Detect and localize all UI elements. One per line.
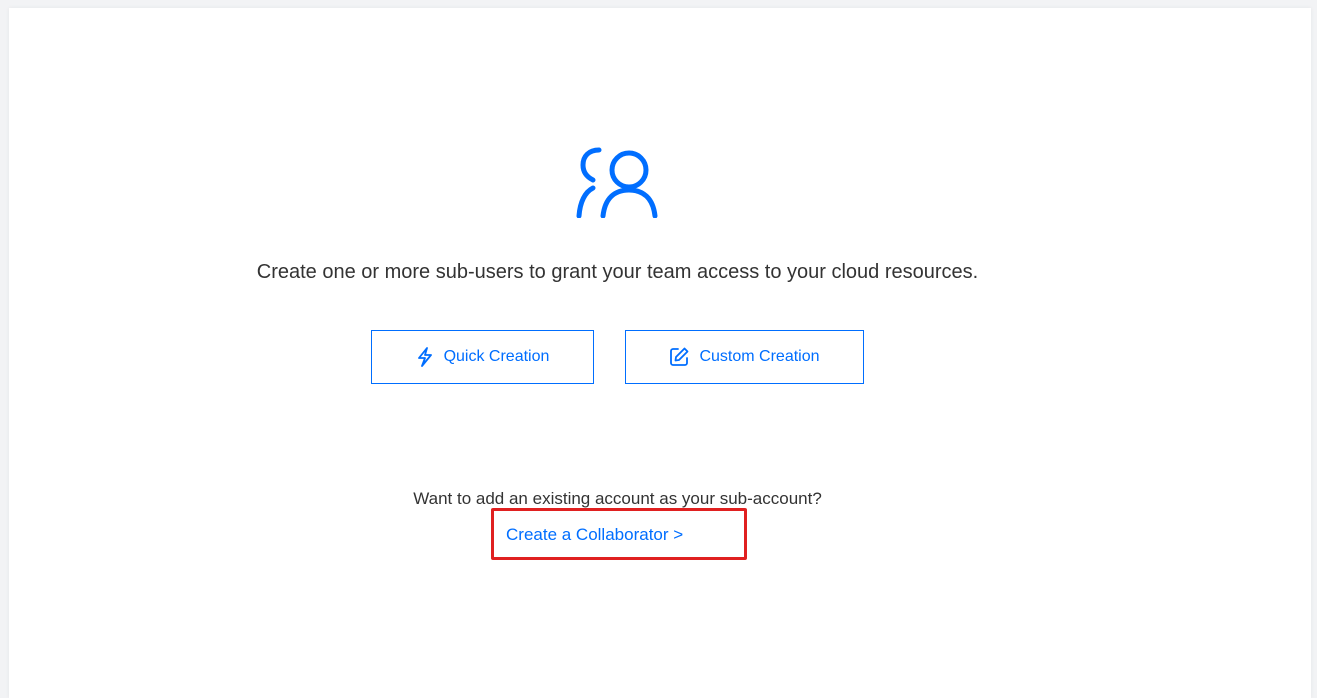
custom-creation-label: Custom Creation <box>699 348 820 365</box>
custom-creation-button[interactable]: Custom Creation <box>625 330 864 384</box>
edit-icon <box>670 347 689 366</box>
users-icon <box>576 147 658 218</box>
empty-state-message: Create one or more sub-users to grant yo… <box>256 261 979 283</box>
create-collaborator-link[interactable]: Create a Collaborator > <box>506 523 683 547</box>
collaborator-question: Want to add an existing account as your … <box>413 489 822 508</box>
quick-creation-label: Quick Creation <box>443 348 550 365</box>
quick-creation-button[interactable]: Quick Creation <box>371 330 594 384</box>
lightning-icon <box>417 347 432 367</box>
empty-state-card: Create one or more sub-users to grant yo… <box>9 8 1311 698</box>
